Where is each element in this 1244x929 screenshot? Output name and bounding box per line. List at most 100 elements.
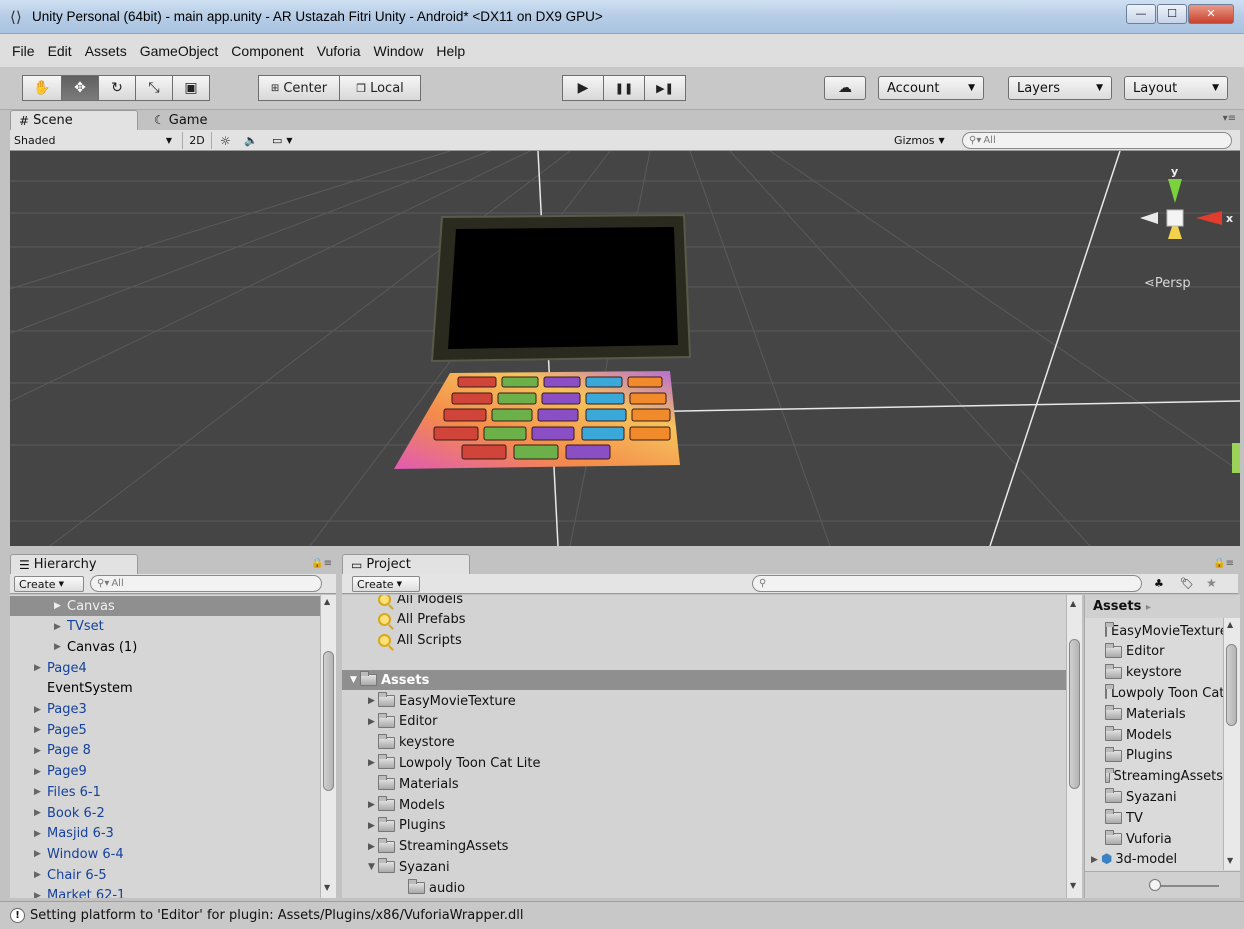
project-tree-item[interactable]: ▶ Models <box>368 795 445 815</box>
scene-canvas[interactable]: y x ⋖Persp <box>10 151 1240 546</box>
maximize-button[interactable]: ☐ <box>1157 4 1187 24</box>
audio-toggle-button[interactable]: 🔈 <box>244 132 262 149</box>
expand-arrow-icon[interactable]: ▶ <box>368 800 378 810</box>
zoom-slider-handle[interactable] <box>1149 879 1161 891</box>
project-tree-item[interactable]: ▶ EasyMovieTexture <box>368 691 516 711</box>
rect-tool-button[interactable]: ▣ <box>172 75 210 101</box>
tree-assets-root[interactable]: ▼ Assets <box>342 670 1066 690</box>
asset-item[interactable]: ▶ ⬢ 3d-model <box>1091 850 1223 870</box>
expand-arrow-icon[interactable]: ▶ <box>368 717 378 727</box>
hierarchy-scrollbar[interactable]: ▲ ▼ <box>320 595 336 898</box>
gizmos-dropdown[interactable]: Gizmos ▼ <box>894 132 954 149</box>
lock-icon[interactable]: 🔒≡ <box>311 558 332 569</box>
layers-dropdown[interactable]: Layers ▼ <box>1008 76 1112 100</box>
expand-arrow-icon[interactable]: ▶ <box>34 891 43 898</box>
expand-arrow-icon[interactable]: ▶ <box>368 758 378 768</box>
close-button[interactable]: ✕ <box>1188 4 1234 24</box>
hierarchy-item[interactable]: ▶ Canvas (1) <box>10 637 320 657</box>
project-search-input[interactable]: ⚲ <box>752 575 1142 592</box>
filter-by-label-icon[interactable]: 🏷 <box>1180 577 1194 590</box>
assets-scrollbar[interactable]: ▲ ▼ <box>1223 618 1240 870</box>
hierarchy-item[interactable]: ▶ Page3 <box>10 700 320 720</box>
minimize-button[interactable]: — <box>1126 4 1156 24</box>
tab-scene[interactable]: # Scene <box>10 110 138 130</box>
asset-item[interactable]: Vuforia <box>1091 829 1223 849</box>
scroll-down-icon[interactable]: ▼ <box>324 883 330 892</box>
scene-viewport[interactable]: y x ⋖Persp <box>10 151 1240 546</box>
expand-arrow-icon[interactable]: ▶ <box>368 696 378 706</box>
project-tree-scroll-thumb[interactable] <box>1069 639 1080 789</box>
persp-label[interactable]: ⋖Persp <box>1144 276 1191 291</box>
expand-arrow-icon[interactable]: ▶ <box>54 601 63 611</box>
pause-button[interactable]: ❚❚ <box>603 75 645 101</box>
menu-edit[interactable]: Edit <box>48 43 72 59</box>
hierarchy-item[interactable]: ▶ Masjid 6-3 <box>10 824 320 844</box>
hierarchy-item[interactable]: ▶ Page4 <box>10 658 320 678</box>
expand-arrow-icon[interactable]: ▶ <box>368 821 378 831</box>
menu-gameobject[interactable]: GameObject <box>140 43 219 59</box>
pivot-local-button[interactable]: ❒ Local <box>339 75 421 101</box>
play-button[interactable]: ▶ <box>562 75 604 101</box>
scale-tool-button[interactable]: ⤡ <box>135 75 173 101</box>
filter-by-type-icon[interactable]: ♣ <box>1154 577 1164 590</box>
scene-search-input[interactable]: ⚲▾ All <box>962 132 1232 149</box>
asset-item[interactable]: EasyMovieTexture <box>1091 621 1223 641</box>
project-tree-item[interactable]: audio <box>398 878 465 898</box>
pivot-center-button[interactable]: ⊞ Center <box>258 75 340 101</box>
expand-arrow-icon[interactable]: ▶ <box>34 725 43 735</box>
expand-arrow-icon[interactable]: ▶ <box>54 622 63 632</box>
favorite-star-icon[interactable]: ★ <box>1206 576 1217 590</box>
hierarchy-item[interactable]: ▶ Page5 <box>10 720 320 740</box>
expand-arrow-icon[interactable]: ▶ <box>34 767 43 777</box>
expand-arrow-icon[interactable]: ▶ <box>34 663 43 673</box>
scroll-up-icon[interactable]: ▲ <box>1227 620 1233 629</box>
menu-window[interactable]: Window <box>374 43 424 59</box>
menu-help[interactable]: Help <box>436 43 465 59</box>
expand-arrow-icon[interactable]: ▶ <box>34 746 43 756</box>
hierarchy-item[interactable]: ▶ Canvas <box>10 596 320 616</box>
project-tree-item[interactable]: ▶ Editor <box>368 712 437 732</box>
expand-arrow-icon[interactable]: ▼ <box>368 862 378 872</box>
expand-arrow-icon[interactable]: ▶ <box>54 642 63 652</box>
expand-arrow-icon[interactable]: ▶ <box>1091 855 1101 865</box>
expand-arrow-icon[interactable]: ▶ <box>34 705 43 715</box>
scroll-up-icon[interactable]: ▲ <box>1070 599 1076 608</box>
asset-item[interactable]: Plugins <box>1091 746 1223 766</box>
hierarchy-item[interactable]: ▶ Page 8 <box>10 741 320 761</box>
expand-arrow-icon[interactable]: ▶ <box>34 787 43 797</box>
hierarchy-item[interactable]: EventSystem <box>10 679 320 699</box>
menu-assets[interactable]: Assets <box>85 43 127 59</box>
asset-item[interactable]: StreamingAssets <box>1091 767 1223 787</box>
favorite-all-scripts[interactable]: All Scripts <box>378 630 462 650</box>
asset-item[interactable]: Syazani <box>1091 787 1223 807</box>
project-create-button[interactable]: Create ▼ <box>352 576 420 592</box>
project-tree-item[interactable]: Materials <box>368 774 459 794</box>
assets-scroll-thumb[interactable] <box>1226 644 1237 726</box>
menu-component[interactable]: Component <box>231 43 303 59</box>
panel-menu-icon[interactable]: ▾≡ <box>1223 113 1236 124</box>
hand-tool-button[interactable]: ✋ <box>22 75 62 101</box>
cloud-button[interactable]: ☁ <box>824 76 866 100</box>
asset-item[interactable]: Lowpoly Toon Cat Lite <box>1091 683 1223 703</box>
tab-hierarchy[interactable]: ☰ Hierarchy <box>10 554 138 574</box>
expand-arrow-icon[interactable]: ▶ <box>34 829 43 839</box>
hierarchy-create-button[interactable]: Create ▼ <box>14 576 84 592</box>
expand-arrow-icon[interactable]: ▶ <box>34 849 43 859</box>
project-tree-item[interactable]: ▶ StreamingAssets <box>368 837 508 857</box>
asset-item[interactable]: TV <box>1091 808 1223 828</box>
menu-file[interactable]: File <box>12 43 35 59</box>
hierarchy-item[interactable]: ▶ Chair 6-5 <box>10 865 320 885</box>
project-tree-item[interactable]: ▶ Plugins <box>368 816 446 836</box>
account-dropdown[interactable]: Account ▼ <box>878 76 984 100</box>
hierarchy-item[interactable]: ▶ Book 6-2 <box>10 803 320 823</box>
layout-dropdown[interactable]: Layout ▼ <box>1124 76 1228 100</box>
hierarchy-scroll-thumb[interactable] <box>323 651 334 791</box>
lighting-toggle-button[interactable]: ☼ <box>220 132 238 149</box>
lock-icon[interactable]: 🔒≡ <box>1213 558 1234 569</box>
favorite-all-prefabs[interactable]: All Prefabs <box>378 609 466 629</box>
hierarchy-search-input[interactable]: ⚲▾ All <box>90 575 322 592</box>
expand-arrow-icon[interactable]: ▶ <box>34 870 43 880</box>
status-message[interactable]: Setting platform to 'Editor' for plugin:… <box>30 908 524 923</box>
hierarchy-item[interactable]: ▶ Market 62-1 <box>10 886 320 898</box>
shading-dropdown[interactable]: Shaded ▼ <box>14 132 172 149</box>
